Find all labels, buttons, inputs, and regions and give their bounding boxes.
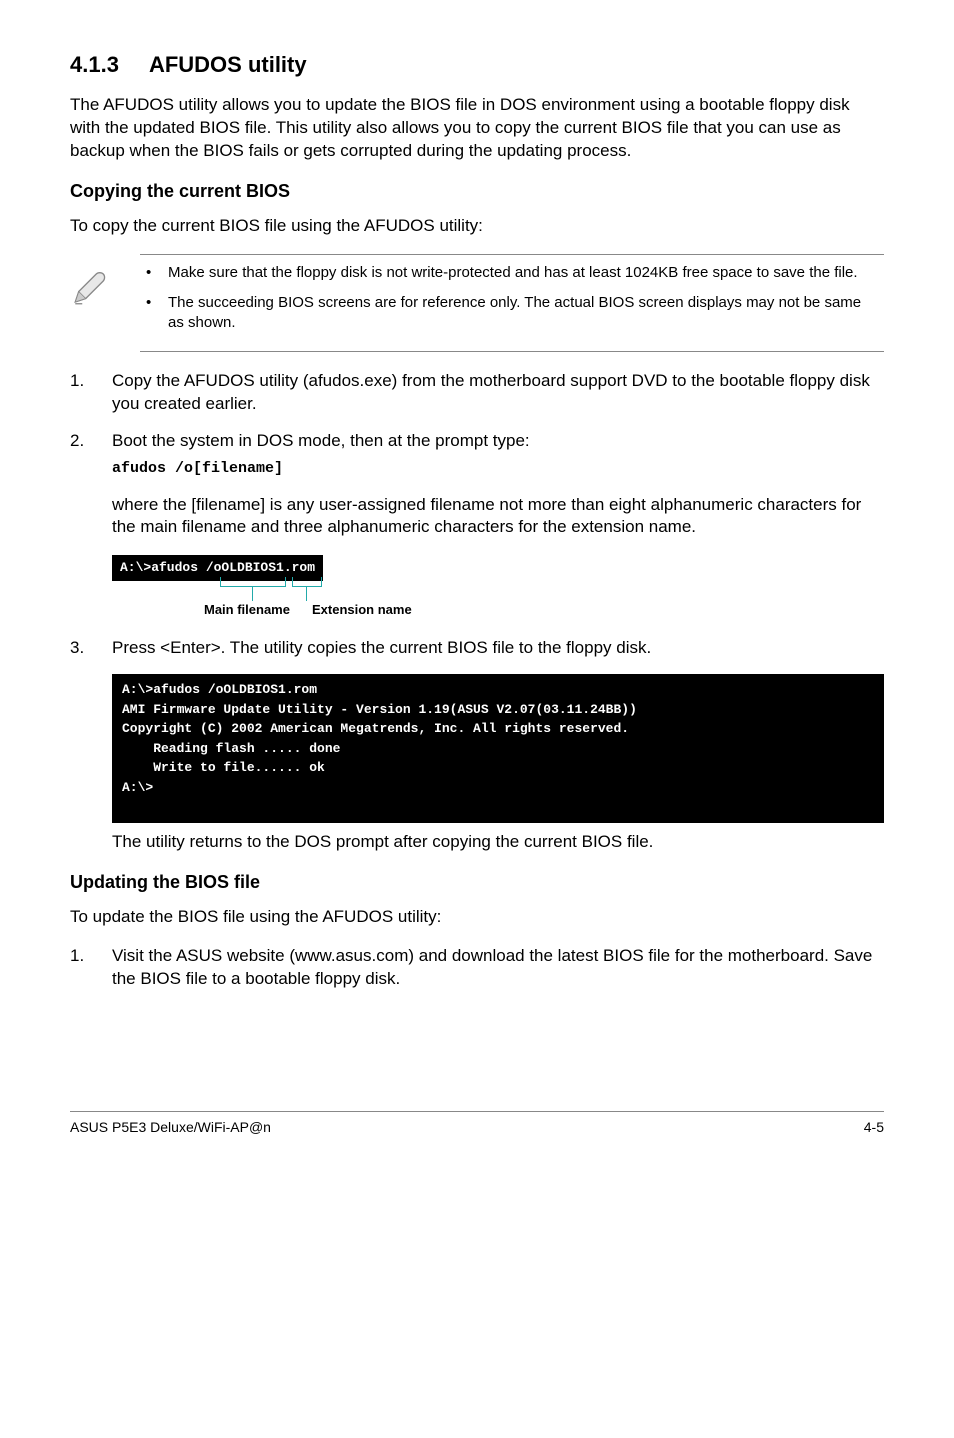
diagram-box — [292, 577, 322, 587]
note-item: The succeeding BIOS screens are for refe… — [168, 293, 878, 334]
step-item: 1. Visit the ASUS website (www.asus.com)… — [70, 945, 884, 991]
step-text: Press <Enter>. The utility copies the cu… — [112, 638, 651, 657]
note-block: Make sure that the floppy disk is not wr… — [140, 254, 884, 353]
page-footer: ASUS P5E3 Deluxe/WiFi-AP@n 4-5 — [70, 1111, 884, 1137]
update-heading: Updating the BIOS file — [70, 870, 884, 894]
pencil-icon — [70, 267, 112, 316]
step-text: Copy the AFUDOS utility (afudos.exe) fro… — [112, 371, 870, 413]
command-text: afudos /o[filename] — [112, 459, 884, 479]
step-marker: 2. — [70, 430, 84, 453]
step-marker: 1. — [70, 370, 84, 393]
copy-heading: Copying the current BIOS — [70, 179, 884, 203]
terminal-output: A:\>afudos /oOLDBIOS1.rom AMI Firmware U… — [112, 674, 884, 823]
note-item: Make sure that the floppy disk is not wr… — [168, 263, 878, 283]
footer-left: ASUS P5E3 Deluxe/WiFi-AP@n — [70, 1118, 271, 1137]
step-text: Visit the ASUS website (www.asus.com) an… — [112, 946, 872, 988]
extension-name-label: Extension name — [312, 601, 412, 619]
section-number: 4.1.3 — [70, 50, 119, 80]
after-terminal-text: The utility returns to the DOS prompt af… — [112, 831, 884, 854]
step-item: 2. Boot the system in DOS mode, then at … — [70, 430, 884, 479]
step-marker: 3. — [70, 637, 84, 660]
step-marker: 1. — [70, 945, 84, 968]
intro-paragraph: The AFUDOS utility allows you to update … — [70, 94, 884, 163]
update-lead: To update the BIOS file using the AFUDOS… — [70, 906, 884, 929]
section-heading: 4.1.3 AFUDOS utility — [70, 50, 884, 80]
diagram-box — [220, 577, 286, 587]
section-title: AFUDOS utility — [149, 52, 307, 77]
copy-lead: To copy the current BIOS file using the … — [70, 215, 884, 238]
diagram-line — [252, 587, 253, 601]
step-text: Boot the system in DOS mode, then at the… — [112, 431, 530, 450]
footer-right: 4-5 — [864, 1118, 884, 1137]
main-filename-label: Main filename — [204, 601, 290, 619]
step-item: 3. Press <Enter>. The utility copies the… — [70, 637, 884, 660]
filename-diagram: A:\>afudos /oOLDBIOS1.rom Main filename … — [112, 555, 884, 615]
step-item: 1. Copy the AFUDOS utility (afudos.exe) … — [70, 370, 884, 416]
step-description: where the [filename] is any user-assigne… — [112, 494, 884, 540]
diagram-line — [306, 587, 307, 601]
